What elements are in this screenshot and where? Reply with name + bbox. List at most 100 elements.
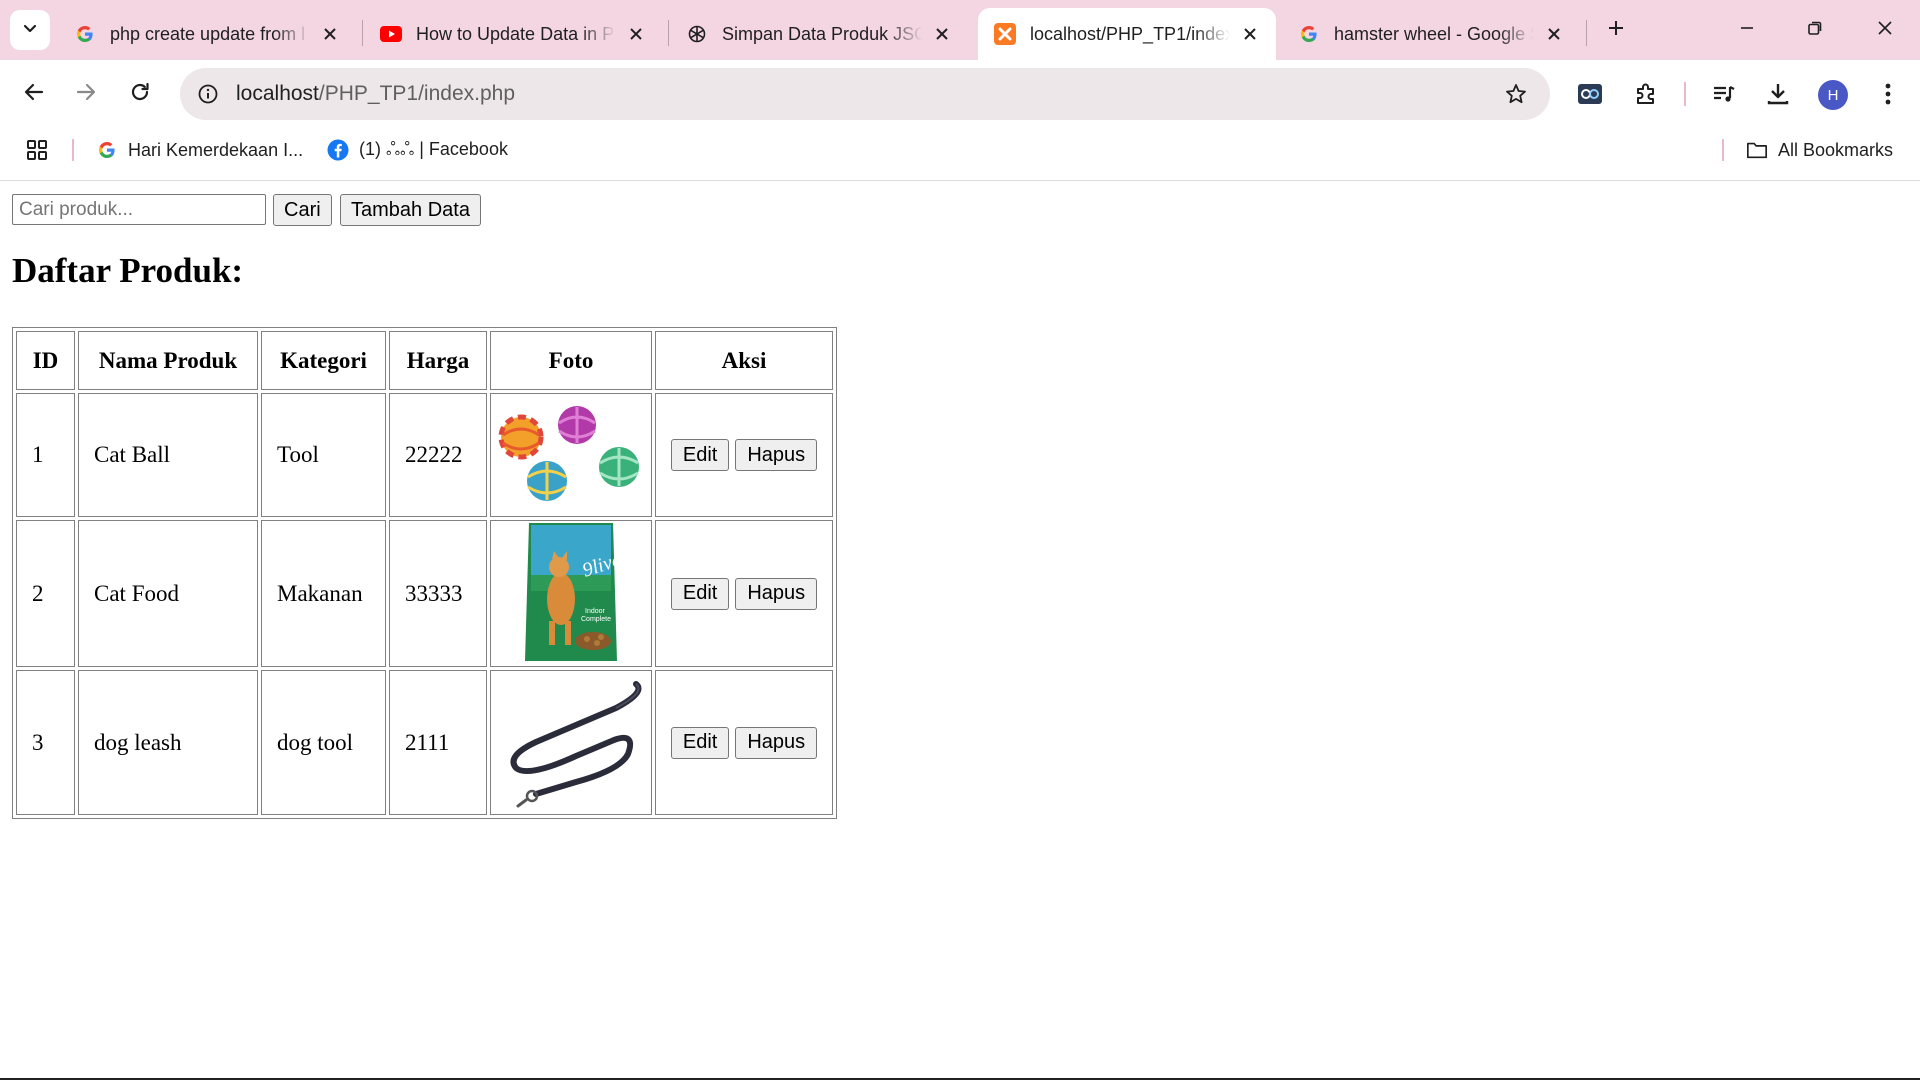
cell-photo: 9lives Indoor Complete [490, 520, 652, 667]
plus-icon [1607, 19, 1625, 42]
google-g-icon [74, 23, 96, 45]
close-icon[interactable] [318, 22, 342, 46]
cell-category: Makanan [261, 520, 386, 667]
edit-button[interactable]: Edit [670, 726, 730, 759]
tab-separator [1586, 20, 1587, 46]
dog-leash-image [510, 680, 642, 807]
edit-button[interactable]: Edit [670, 439, 730, 471]
bookmark-label: Hari Kemerdekaan I... [128, 139, 304, 160]
minimize-icon [1739, 20, 1755, 41]
xampp-icon [994, 23, 1016, 45]
close-icon[interactable] [930, 22, 954, 46]
extension-translate-icon[interactable] [1570, 74, 1610, 114]
tab-how-to-update-data[interactable]: How to Update Data in P [364, 8, 648, 60]
cell-photo [490, 393, 652, 517]
cell-price: 2111 [389, 670, 487, 815]
star-icon[interactable] [1502, 80, 1530, 108]
delete-button[interactable]: Hapus [735, 439, 818, 471]
cell-actions: Edit Hapus [655, 670, 833, 815]
search-button[interactable]: Cari [273, 194, 332, 226]
reload-icon [129, 81, 151, 108]
chevron-down-icon [22, 20, 38, 41]
download-icon[interactable] [1758, 74, 1798, 114]
all-bookmarks-button[interactable]: All Bookmarks [1746, 136, 1893, 164]
cell-name: dog leash [78, 670, 258, 815]
restore-icon [1807, 20, 1823, 41]
tab-strip: php create update from l How to Update D… [0, 0, 1920, 60]
address-url[interactable]: localhost/PHP_TP1/index.php [236, 82, 515, 106]
search-input[interactable] [12, 194, 266, 225]
bookmark-facebook[interactable]: (1) ஃஃ | Facebook [327, 136, 508, 164]
cell-name: Cat Ball [78, 393, 258, 517]
tab-separator [362, 20, 363, 46]
tab-separator [668, 20, 669, 46]
reload-button[interactable] [118, 72, 162, 116]
apps-button[interactable] [26, 136, 58, 164]
all-bookmarks-label: All Bookmarks [1778, 139, 1894, 160]
cell-category: dog tool [261, 670, 386, 815]
tab-simpan-data-produk[interactable]: Simpan Data Produk JSO [670, 8, 954, 60]
bookmark-separator [72, 139, 74, 161]
openai-icon [686, 23, 708, 45]
cell-price: 33333 [389, 520, 487, 667]
apps-grid-icon [26, 139, 48, 161]
svg-text:Complete: Complete [581, 616, 611, 623]
delete-button[interactable]: Hapus [735, 726, 818, 759]
media-queue-icon[interactable] [1704, 74, 1744, 114]
bookmark-label: (1) ஃஃ | Facebook [359, 138, 508, 159]
cell-photo [490, 670, 652, 815]
cell-id: 3 [16, 670, 75, 815]
tab-hamster-wheel[interactable]: hamster wheel - Google S [1282, 8, 1566, 60]
back-button[interactable] [12, 72, 56, 116]
avatar[interactable]: H [1818, 80, 1848, 110]
close-icon[interactable] [1542, 22, 1566, 46]
column-header-harga: Harga [389, 331, 487, 390]
tab-localhost-index[interactable]: localhost/PHP_TP1/index [978, 8, 1276, 60]
tab-search-button[interactable] [10, 10, 50, 50]
tab-title: php create update from l [110, 23, 306, 44]
cell-actions: Edit Hapus [655, 520, 833, 667]
info-icon[interactable] [194, 80, 222, 108]
close-icon[interactable] [624, 22, 648, 46]
minimize-button[interactable] [1722, 10, 1772, 50]
cell-category: Tool [261, 393, 386, 517]
restore-button[interactable] [1790, 10, 1840, 50]
tab-php-create-update[interactable]: php create update from l [58, 8, 342, 60]
edit-button[interactable]: Edit [670, 577, 730, 610]
svg-text:Indoor: Indoor [585, 608, 606, 615]
url-path: /PHP_TP1/index.php [318, 82, 516, 105]
column-header-aksi: Aksi [655, 331, 833, 390]
forward-button[interactable] [64, 72, 108, 116]
table-row: 3 dog leash dog tool 2111 Edit Hapus [16, 670, 833, 815]
address-bar[interactable]: localhost/PHP_TP1/index.php [180, 68, 1550, 120]
bookmark-hari-kemerdekaan[interactable]: Hari Kemerdekaan I... [96, 136, 303, 164]
puzzle-icon[interactable] [1626, 74, 1666, 114]
close-window-button[interactable] [1860, 10, 1910, 50]
close-icon[interactable] [1238, 22, 1262, 46]
google-g-icon [1298, 23, 1320, 45]
close-icon [1877, 20, 1893, 41]
new-tab-button[interactable] [1598, 12, 1634, 48]
table-header-row: ID Nama Produk Kategori Harga Foto Aksi [16, 331, 833, 390]
facebook-icon [327, 139, 349, 161]
more-menu-icon[interactable] [1868, 74, 1908, 114]
cell-price: 22222 [389, 393, 487, 517]
toolbar-separator [1684, 82, 1686, 106]
table-row: 2 Cat Food Makanan 33333 9lives Indoor C… [16, 520, 833, 667]
page-content: Cari Tambah Data Daftar Produk: ID Nama … [0, 181, 1920, 1080]
cell-name: Cat Food [78, 520, 258, 667]
product-table: ID Nama Produk Kategori Harga Foto Aksi … [12, 327, 837, 819]
url-host: localhost [236, 82, 319, 105]
column-header-kategori: Kategori [261, 331, 386, 390]
cat-balls-image [498, 406, 639, 501]
cell-id: 1 [16, 393, 75, 517]
bookmark-separator [1722, 139, 1724, 161]
cell-id: 2 [16, 520, 75, 667]
delete-button[interactable]: Hapus [735, 577, 818, 610]
cell-actions: Edit Hapus [655, 393, 833, 517]
add-data-button[interactable]: Tambah Data [340, 194, 481, 226]
tab-title: Simpan Data Produk JSO [722, 23, 922, 44]
youtube-icon [380, 23, 402, 45]
tab-title: hamster wheel - Google S [1334, 23, 1534, 44]
page-title: Daftar Produk: [12, 251, 244, 290]
